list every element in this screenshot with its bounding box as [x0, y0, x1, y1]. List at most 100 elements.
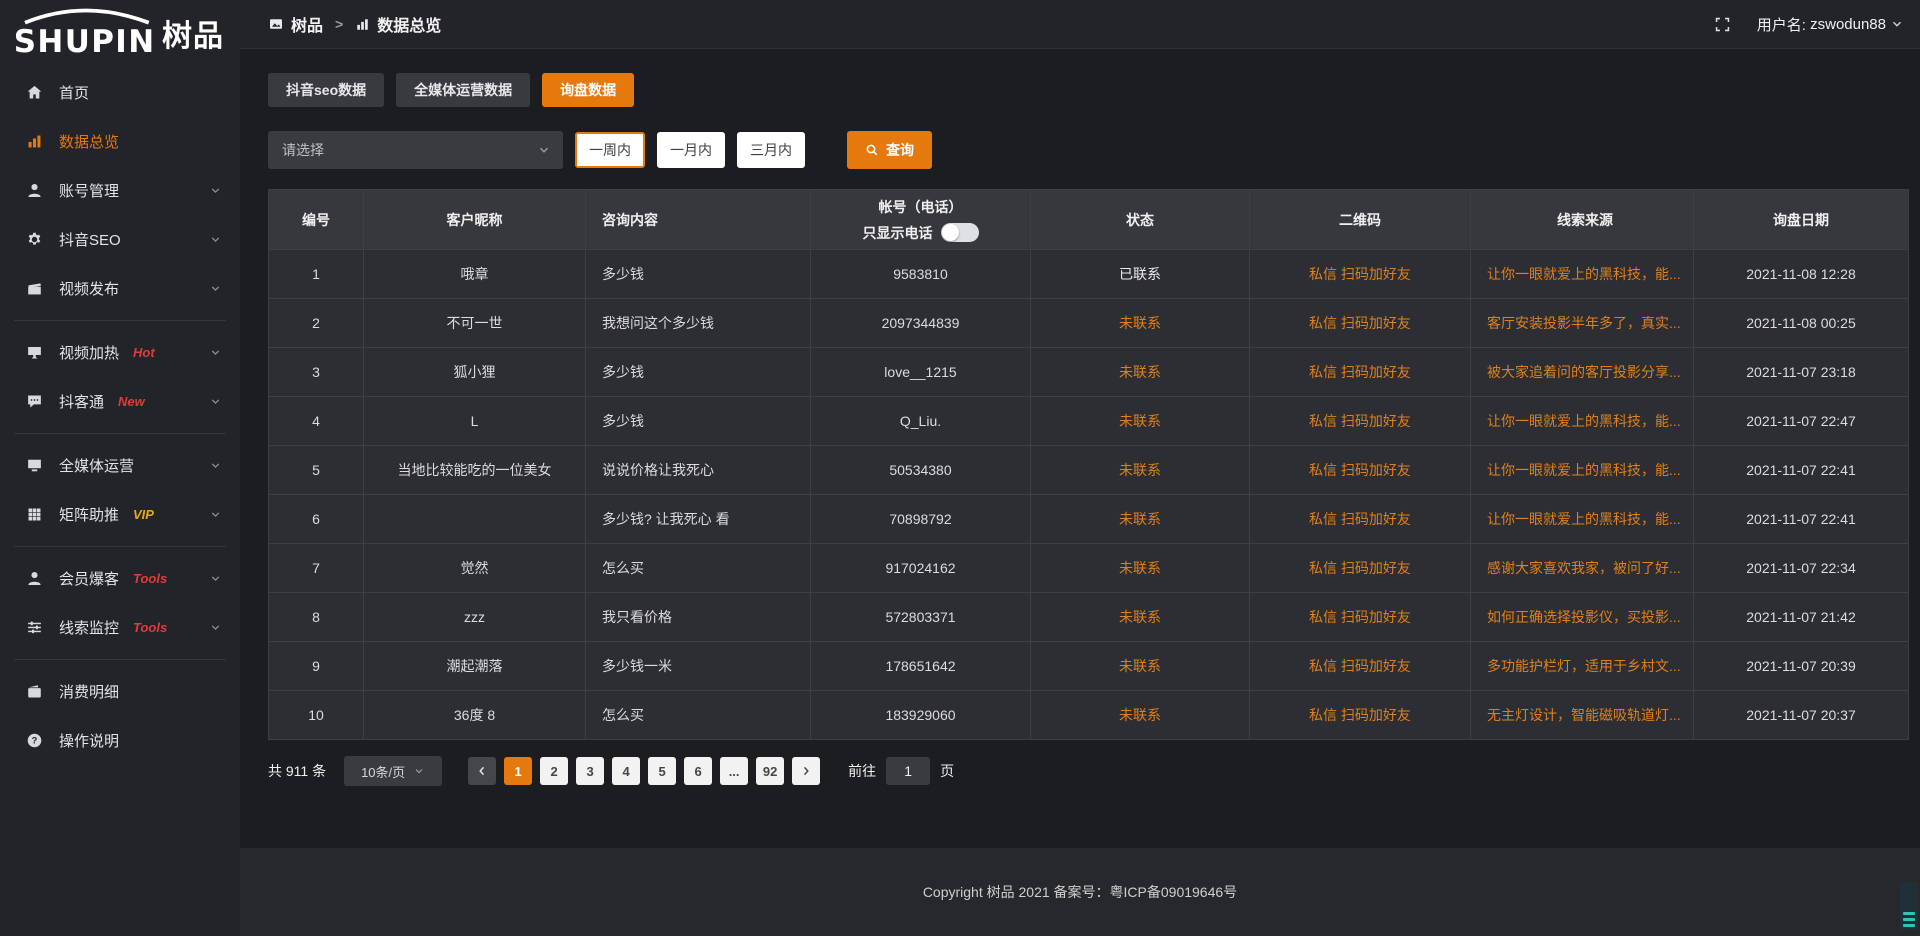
qrcode-link[interactable]: 私信 扫码加好友: [1250, 397, 1471, 446]
clapper-icon: [26, 280, 43, 297]
col-nickname: 客户昵称: [364, 190, 586, 250]
sidebar-item-operation-help[interactable]: ? 操作说明: [0, 716, 240, 765]
page-number-button[interactable]: 6: [684, 757, 712, 785]
sidebar-item-video-heat[interactable]: 视频加热 Hot: [0, 328, 240, 377]
cell-id: 9: [269, 642, 364, 691]
cell-account: love__1215: [811, 348, 1031, 397]
user-menu[interactable]: 用户名: zswodun88: [1757, 14, 1904, 35]
qrcode-link[interactable]: 私信 扫码加好友: [1250, 642, 1471, 691]
inquiry-table-wrap: 编号 客户昵称 咨询内容 帐号（电话） 只显示电话 状态 二维码 线索来源 询盘…: [268, 189, 1908, 740]
cell-nickname: 狐小狸: [364, 348, 586, 397]
table-row: 9 潮起潮落 多少钱一米 178651642 未联系 私信 扫码加好友 多功能护…: [269, 642, 1909, 691]
page-size-select[interactable]: 10条/页: [344, 756, 442, 786]
cell-id: 5: [269, 446, 364, 495]
sidebar-item-lead-monitor[interactable]: 线索监控 Tools: [0, 603, 240, 652]
page-number-button[interactable]: 4: [612, 757, 640, 785]
screen-icon: [26, 344, 43, 361]
qrcode-link[interactable]: 私信 扫码加好友: [1250, 446, 1471, 495]
sidebar-item-member-boom[interactable]: 会员爆客 Tools: [0, 554, 240, 603]
qrcode-link[interactable]: 私信 扫码加好友: [1250, 348, 1471, 397]
cell-nickname: 当地比较能吃的一位美女: [364, 446, 586, 495]
fullscreen-icon[interactable]: [1714, 16, 1731, 33]
sidebar-item-douketong[interactable]: 抖客通 New: [0, 377, 240, 426]
cell-nickname: 潮起潮落: [364, 642, 586, 691]
source-link[interactable]: 让你一眼就爱上的黑科技，能...: [1471, 397, 1694, 446]
cell-date: 2021-11-07 21:42: [1694, 593, 1909, 642]
sidebar-divider: [14, 433, 226, 434]
source-link[interactable]: 让你一眼就爱上的黑科技，能...: [1471, 250, 1694, 299]
chevron-down-icon: [209, 395, 222, 408]
status-badge: 未联系: [1031, 593, 1250, 642]
qrcode-link[interactable]: 私信 扫码加好友: [1250, 544, 1471, 593]
sidebar-item-label: 全媒体运营: [59, 455, 134, 476]
sidebar: SHUPIN 树品 首页 数据总览 账号管理 抖音SEO 视频发布: [0, 0, 240, 936]
period-button[interactable]: 一月内: [657, 132, 725, 168]
sidebar-item-account-manage[interactable]: 账号管理: [0, 166, 240, 215]
cell-content: 怎么买: [586, 691, 811, 740]
source-link[interactable]: 无主灯设计，智能磁吸轨道灯...: [1471, 691, 1694, 740]
tab[interactable]: 全媒体运营数据: [396, 73, 530, 107]
qrcode-link[interactable]: 私信 扫码加好友: [1250, 250, 1471, 299]
sidebar-item-consume-detail[interactable]: 消费明细: [0, 667, 240, 716]
chevron-down-icon: [209, 572, 222, 585]
sidebar-item-label: 会员爆客: [59, 568, 119, 589]
source-link[interactable]: 客厅安装投影半年多了，真实...: [1471, 299, 1694, 348]
tab[interactable]: 询盘数据: [542, 73, 634, 107]
source-link[interactable]: 被大家追着问的客厅投影分享...: [1471, 348, 1694, 397]
qrcode-link[interactable]: 私信 扫码加好友: [1250, 593, 1471, 642]
status-badge: 未联系: [1031, 299, 1250, 348]
page-number-button[interactable]: 5: [648, 757, 676, 785]
sidebar-menu: 首页 数据总览 账号管理 抖音SEO 视频发布 视频加热 Hot: [0, 68, 240, 765]
username-value: zswodun88: [1810, 16, 1886, 33]
page-number-button[interactable]: ...: [720, 757, 748, 785]
sidebar-item-video-publish[interactable]: 视频发布: [0, 264, 240, 313]
floating-widget[interactable]: [1900, 882, 1918, 930]
account-select[interactable]: 请选择: [268, 131, 563, 169]
qrcode-link[interactable]: 私信 扫码加好友: [1250, 495, 1471, 544]
page-number-button[interactable]: 2: [540, 757, 568, 785]
sidebar-item-label: 视频发布: [59, 278, 119, 299]
select-placeholder: 请选择: [282, 140, 324, 160]
period-button[interactable]: 一周内: [575, 132, 645, 168]
sidebar-item-matrix-boost[interactable]: 矩阵助推 VIP: [0, 490, 240, 539]
cell-nickname: L: [364, 397, 586, 446]
status-badge: 未联系: [1031, 446, 1250, 495]
app-icon: [268, 16, 284, 32]
source-link[interactable]: 多功能护栏灯，适用于乡村文...: [1471, 642, 1694, 691]
sidebar-item-label: 视频加热: [59, 342, 119, 363]
gear-icon: [26, 231, 43, 248]
col-content: 咨询内容: [586, 190, 811, 250]
table-row: 8 zzz 我只看价格 572803371 未联系 私信 扫码加好友 如何正确选…: [269, 593, 1909, 642]
cell-nickname: zzz: [364, 593, 586, 642]
page-number-button[interactable]: 3: [576, 757, 604, 785]
total-count: 共 911 条: [268, 761, 326, 781]
search-button[interactable]: 查询: [847, 131, 932, 169]
goto-page: 前往 页: [848, 757, 954, 785]
source-link[interactable]: 让你一眼就爱上的黑科技，能...: [1471, 495, 1694, 544]
breadcrumb-root[interactable]: 树品: [291, 12, 323, 36]
page-number-button[interactable]: 1: [504, 757, 532, 785]
col-qrcode: 二维码: [1250, 190, 1471, 250]
source-link[interactable]: 感谢大家喜欢我家，被问了好...: [1471, 544, 1694, 593]
brand-logo: SHUPIN 树品: [0, 0, 240, 58]
cell-id: 3: [269, 348, 364, 397]
footer: Copyright 树品 2021 备案号：粤ICP备09019646号: [240, 848, 1920, 936]
col-status: 状态: [1031, 190, 1250, 250]
qrcode-link[interactable]: 私信 扫码加好友: [1250, 691, 1471, 740]
qrcode-link[interactable]: 私信 扫码加好友: [1250, 299, 1471, 348]
phone-only-toggle[interactable]: [941, 223, 979, 242]
sidebar-item-data-overview[interactable]: 数据总览: [0, 117, 240, 166]
tab[interactable]: 抖音seo数据: [268, 73, 384, 107]
sidebar-item-home[interactable]: 首页: [0, 68, 240, 117]
data-tabs: 抖音seo数据全媒体运营数据询盘数据: [268, 73, 1908, 107]
period-button[interactable]: 三月内: [737, 132, 805, 168]
source-link[interactable]: 让你一眼就爱上的黑科技，能...: [1471, 446, 1694, 495]
prev-page-button[interactable]: [468, 757, 496, 785]
sidebar-item-media-operation[interactable]: 全媒体运营: [0, 441, 240, 490]
source-link[interactable]: 如何正确选择投影仪，买投影...: [1471, 593, 1694, 642]
goto-page-input[interactable]: [886, 757, 930, 785]
main-content: 抖音seo数据全媒体运营数据询盘数据 请选择 一周内一月内三月内 查询 编号: [240, 48, 1920, 936]
next-page-button[interactable]: [792, 757, 820, 785]
page-number-button[interactable]: 92: [756, 757, 784, 785]
sidebar-item-douyin-seo[interactable]: 抖音SEO: [0, 215, 240, 264]
